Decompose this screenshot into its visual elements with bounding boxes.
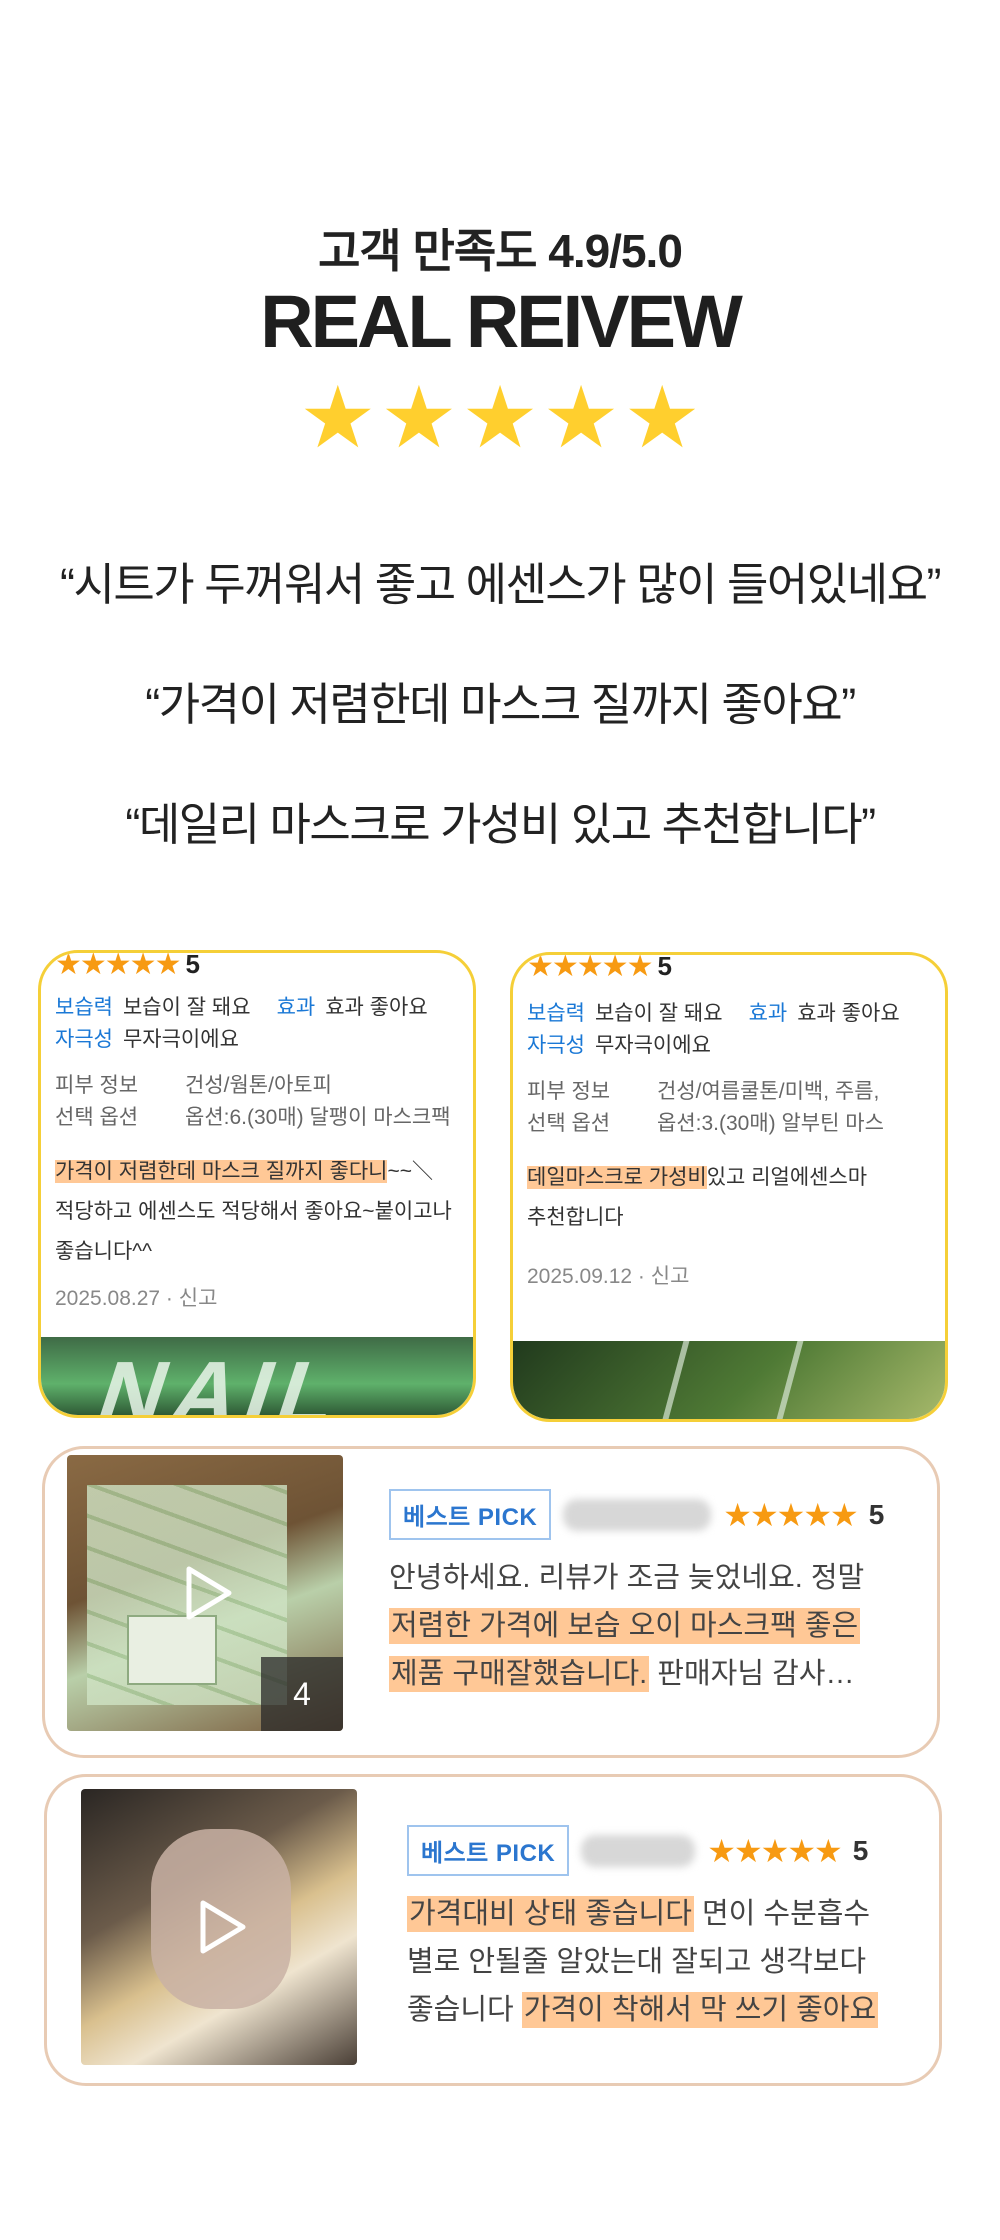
stars-icon: ★★★★★ xyxy=(527,952,653,983)
product-label-graphic xyxy=(127,1615,217,1685)
review-text-start: 좋습니다 xyxy=(407,1994,522,2026)
star-icon: ★ xyxy=(461,370,539,466)
rating-value: 5 xyxy=(657,952,672,981)
review-highlight: 저렴한 가격에 보습 오이 마스크팩 좋은 xyxy=(389,1608,861,1644)
review-rating: ★★★★★ 5 xyxy=(55,950,473,982)
attr-label: 자극성 xyxy=(527,1034,585,1057)
rating-stars: ★ ★ ★ ★ ★ xyxy=(0,375,1000,461)
satisfaction-score: 고객 만족도 4.9/5.0 xyxy=(318,225,683,277)
reviewer-name-blurred xyxy=(563,1498,712,1531)
review-highlight: 제품 구매잘했습니다. xyxy=(389,1656,650,1692)
review-text-rest: ~~＼ xyxy=(387,1160,433,1183)
meta-value: 건성/여름쿨톤/미백, 주름, xyxy=(657,1080,880,1103)
meta-value: 건성/웜톤/아토피 xyxy=(185,1074,332,1097)
review-card-body: ★★★★★ 5 보습력 보습이 잘 돼요 효과 효과 좋아요 자극성 무자극이에요 피부… xyxy=(55,950,473,1312)
attr-value: 효과 좋아요 xyxy=(325,996,428,1019)
quote-3: “데일리 마스크로 가성비 있고 추천합니다” xyxy=(125,799,876,850)
review-meta: 피부 정보 건성/웜톤/아토피 선택 옵션 옵션:6.(30매) 달팽이 마스크팩 xyxy=(55,1070,473,1134)
best-review-card: 베스트 PICK ★★★★★ 5 가격대비 상태 좋습니다 면이 수분흡수 별로… xyxy=(44,1774,942,2086)
best-review-card: 4 베스트 PICK ★★★★★ 5 안녕하세요. 리뷰가 조금 늦었네요. 정… xyxy=(42,1446,940,1758)
review-text-rest: 있고 리얼에센스마 xyxy=(706,1166,868,1189)
attr-value: 무자극이에요 xyxy=(122,1028,239,1051)
rating-value: 5 xyxy=(185,950,200,979)
review-text: 데일마스크로 가성비있고 리얼에센스마 추천합니다 xyxy=(527,1158,945,1238)
attr-value: 보습이 잘 돼요 xyxy=(594,1002,723,1025)
review-text: 가격이 저렴한데 마스크 질까지 좋다니~~＼ 적당하고 에센스도 적당해서 좋… xyxy=(55,1152,473,1272)
play-icon[interactable] xyxy=(173,1561,237,1625)
attr-label: 보습력 xyxy=(527,1002,585,1025)
attr-label: 효과 xyxy=(276,996,316,1019)
review-line: 안녕하세요. 리뷰가 조금 늦었네요. 정말 xyxy=(389,1562,865,1594)
review-date[interactable]: 2025.09.12 · 신고 xyxy=(527,1260,945,1290)
photo-graphic: NAIL xyxy=(84,1344,360,1418)
review-line: 좋습니다^^ xyxy=(55,1240,152,1263)
best-review-content: 베스트 PICK ★★★★★ 5 가격대비 상태 좋습니다 면이 수분흡수 별로… xyxy=(407,1825,879,2034)
stars-icon: ★★★★★ xyxy=(723,1496,858,1533)
review-header: 고객 만족도 4.9/5.0 REAL REIVEW ★ ★ ★ ★ ★ xyxy=(0,215,1000,461)
best-review-text: 안녕하세요. 리뷰가 조금 늦었네요. 정말 저렴한 가격에 보습 오이 마스크… xyxy=(389,1554,884,1698)
rating-value: 5 xyxy=(852,1834,869,1866)
review-card: ★★★★★ 5 보습력 보습이 잘 돼요 효과 효과 좋아요 자극성 무자극이에요 피부… xyxy=(510,952,948,1422)
review-meta: 피부 정보 건성/여름쿨톤/미백, 주름, 선택 옵션 옵션:3.(30매) 알부틴… xyxy=(527,1076,945,1140)
meta-label: 선택 옵션 xyxy=(527,1112,611,1135)
review-card: ★★★★★ 5 보습력 보습이 잘 돼요 효과 효과 좋아요 자극성 무자극이에요 피부… xyxy=(38,950,476,1418)
review-highlight: 데일마스크로 가성비 xyxy=(527,1166,707,1189)
media-count-badge: 4 xyxy=(261,1657,343,1731)
meta-label: 선택 옵션 xyxy=(55,1106,139,1129)
star-icon: ★ xyxy=(380,370,458,466)
meta-label: 피부 정보 xyxy=(527,1080,611,1103)
stars-icon: ★★★★★ xyxy=(55,950,181,981)
review-photo[interactable]: NAIL xyxy=(41,1337,473,1415)
star-icon: ★ xyxy=(623,370,701,466)
video-thumbnail[interactable] xyxy=(81,1789,357,2065)
review-highlight: 가격대비 상태 좋습니다 xyxy=(407,1896,694,1932)
play-icon[interactable] xyxy=(187,1895,251,1959)
review-line: 적당하고 에센스도 적당해서 좋아요~붙이고나 xyxy=(55,1200,452,1223)
photo-graphic xyxy=(662,1341,804,1419)
attr-value: 보습이 잘 돼요 xyxy=(122,996,251,1019)
quote-2: “가격이 저렴한데 마스크 질까지 좋아요” xyxy=(145,679,856,730)
meta-label: 피부 정보 xyxy=(55,1074,139,1097)
meta-value: 옵션:3.(30매) 알부틴 마스 xyxy=(657,1112,884,1135)
best-review-header: 베스트 PICK ★★★★★ 5 xyxy=(389,1489,884,1540)
star-icon: ★ xyxy=(542,370,620,466)
quote-1: “시트가 두꺼워서 좋고 에센스가 많이 들어있네요” xyxy=(60,559,941,610)
best-review-header: 베스트 PICK ★★★★★ 5 xyxy=(407,1825,878,1876)
attr-label: 효과 xyxy=(748,1002,788,1025)
review-rating: ★★★★★ 5 xyxy=(527,952,945,984)
review-text-rest: 면이 수분흡수 xyxy=(693,1898,871,1930)
review-highlight: 가격이 저렴한데 마스크 질까지 좋다니 xyxy=(55,1160,388,1183)
stars-icon: ★★★★★ xyxy=(707,1832,842,1869)
star-icon: ★ xyxy=(299,370,377,466)
review-attributes: 보습력 보습이 잘 돼요 효과 효과 좋아요 자극성 무자극이에요 xyxy=(527,998,945,1062)
best-pick-badge: 베스트 PICK xyxy=(407,1825,570,1876)
attr-label: 자극성 xyxy=(55,1028,113,1051)
review-text-rest: 판매자님 감사… xyxy=(649,1658,855,1690)
review-highlight: 가격이 착해서 막 쓰기 좋아요 xyxy=(521,1992,879,2028)
video-thumbnail[interactable]: 4 xyxy=(67,1455,343,1731)
rating-value: 5 xyxy=(868,1498,885,1530)
attr-value: 무자극이에요 xyxy=(594,1034,711,1057)
review-line: 추천합니다 xyxy=(527,1206,624,1229)
meta-value: 옵션:6.(30매) 달팽이 마스크팩 xyxy=(185,1106,451,1129)
review-attributes: 보습력 보습이 잘 돼요 효과 효과 좋아요 자극성 무자극이에요 xyxy=(55,992,473,1056)
attr-label: 보습력 xyxy=(55,996,113,1019)
section-title: REAL REIVEW xyxy=(260,280,743,363)
review-card-body: ★★★★★ 5 보습력 보습이 잘 돼요 효과 효과 좋아요 자극성 무자극이에요 피부… xyxy=(527,952,945,1290)
reviewer-name-blurred xyxy=(581,1834,696,1867)
review-line: 별로 안될줄 알았는대 잘되고 생각보다 xyxy=(407,1946,867,1978)
best-pick-badge: 베스트 PICK xyxy=(389,1489,552,1540)
review-date[interactable]: 2025.08.27 · 신고 xyxy=(55,1282,473,1312)
best-review-content: 베스트 PICK ★★★★★ 5 안녕하세요. 리뷰가 조금 늦었네요. 정말 … xyxy=(389,1489,884,1698)
review-photo[interactable] xyxy=(513,1341,945,1419)
best-review-text: 가격대비 상태 좋습니다 면이 수분흡수 별로 안될줄 알았는대 잘되고 생각보… xyxy=(407,1890,879,2034)
attr-value: 효과 좋아요 xyxy=(797,1002,900,1025)
